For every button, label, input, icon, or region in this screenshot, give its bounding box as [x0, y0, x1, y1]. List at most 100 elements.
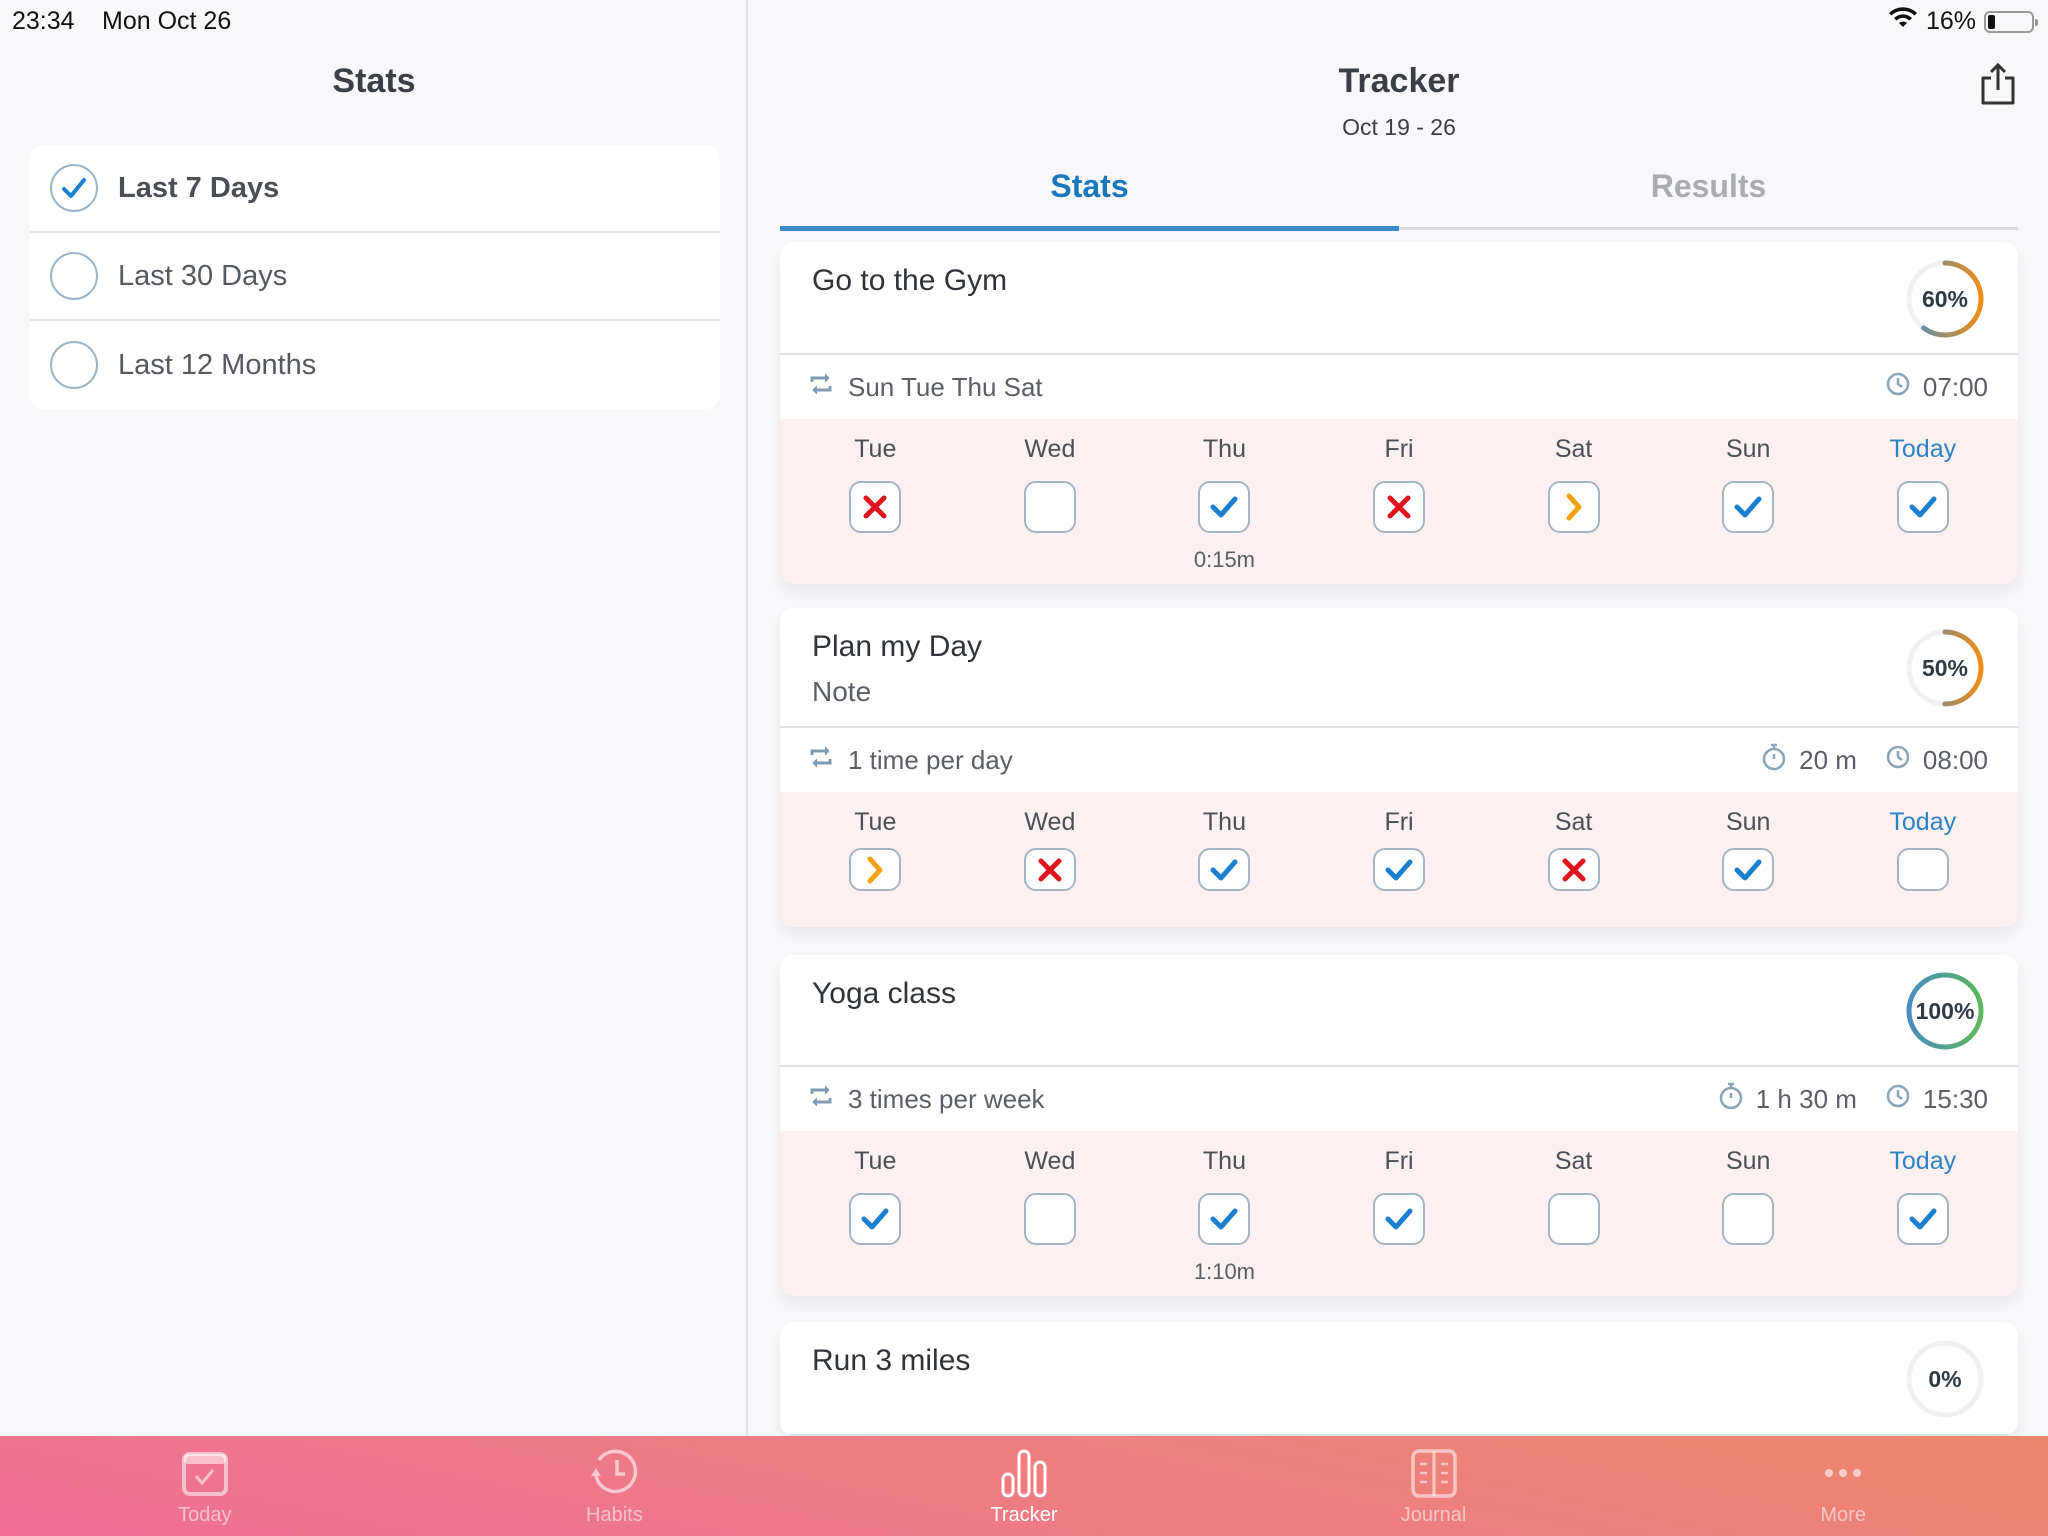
page-title: Tracker [1338, 62, 1460, 100]
tabbar-more[interactable]: More [1638, 1436, 2048, 1536]
day-checkbox-empty[interactable] [1896, 847, 1949, 892]
day-label: Fri [1384, 1147, 1414, 1175]
day-column: Sat [1486, 792, 1661, 927]
day-checkbox-fail[interactable] [1373, 481, 1426, 533]
share-icon [1981, 62, 2015, 105]
day-checkbox-empty[interactable] [1023, 481, 1076, 533]
tabbar-habits[interactable]: Habits [410, 1436, 820, 1536]
day-grid: Tue Wed Thu Fri Sat Sun Today [780, 792, 2018, 927]
day-column: Tue [788, 792, 963, 927]
share-button[interactable] [1978, 62, 2018, 106]
habit-card[interactable]: Yoga class 100% 3 times per week 1 h 30 m 15… [780, 955, 2018, 1296]
progress-ring: 50% [1904, 627, 1986, 709]
sidebar-title: Stats [332, 62, 416, 100]
habit-card[interactable]: Run 3 miles 0% [780, 1322, 2018, 1436]
habit-card[interactable]: Plan my Day Note 50% 1 time per day 20 m 08:0… [780, 608, 2018, 927]
progress-percent: 100% [1915, 997, 1975, 1024]
checkmark-icon [1209, 857, 1239, 883]
day-checkbox-empty[interactable] [1023, 1193, 1076, 1245]
day-column: Today [1835, 792, 2010, 927]
day-label: Thu [1202, 435, 1246, 463]
segment-tabs: Stats Results [780, 160, 2018, 231]
day-checkbox-done[interactable] [1198, 847, 1251, 892]
bottom-tab-bar: Today Habits Tracker Journal More [0, 1436, 2048, 1536]
day-checkbox-done[interactable] [1373, 847, 1426, 892]
range-list: Last 7 Days Last 30 Days Last 12 Months [30, 145, 720, 409]
day-checkbox-done[interactable] [849, 1193, 902, 1245]
radio-empty-icon[interactable] [50, 341, 98, 389]
radio-checked-icon[interactable] [50, 164, 98, 212]
day-column: Fri [1312, 1131, 1487, 1296]
day-label: Tue [854, 435, 897, 463]
more-dots-icon [1825, 1469, 1862, 1477]
day-label: Sat [1554, 1147, 1593, 1175]
day-label: Sun [1725, 435, 1771, 463]
habit-card[interactable]: Go to the Gym 60% Sun Tue Thu Sat 07:00 Tue W… [780, 242, 2018, 584]
day-checkbox-done[interactable] [1896, 481, 1949, 533]
progress-percent: 60% [1921, 285, 1969, 312]
habit-header: Plan my Day Note 50% [780, 608, 2018, 728]
habit-schedule: 3 times per week [848, 1083, 1045, 1114]
x-mark-icon [1037, 857, 1063, 883]
date-range: Oct 19 - 26 [1342, 114, 1456, 140]
day-checkbox-done[interactable] [1198, 1193, 1251, 1245]
habit-note: Note [812, 676, 872, 707]
day-column: Sun [1661, 419, 1836, 584]
habit-time: 15:30 [1922, 1083, 1988, 1114]
habit-info-row: 3 times per week 1 h 30 m 15:30 [780, 1067, 2018, 1131]
clock-icon [1885, 1083, 1911, 1116]
day-checkbox-fail[interactable] [1547, 847, 1600, 892]
day-checkbox-fail[interactable] [849, 481, 902, 533]
tabbar-journal[interactable]: Journal [1229, 1436, 1639, 1536]
day-checkbox-done[interactable] [1373, 1193, 1426, 1245]
range-option[interactable]: Last 30 Days [30, 233, 720, 321]
day-column: Wed [963, 792, 1138, 927]
tabbar-today[interactable]: Today [0, 1436, 410, 1536]
day-label: Wed [1024, 808, 1076, 836]
range-label: Last 7 Days [118, 171, 280, 204]
day-label: Sun [1725, 1147, 1771, 1175]
tab-stats[interactable]: Stats [780, 160, 1399, 231]
day-checkbox-done[interactable] [1722, 481, 1775, 533]
day-label: Fri [1384, 808, 1414, 836]
progress-ring: 60% [1904, 258, 1986, 340]
day-checkbox-done[interactable] [1722, 847, 1775, 892]
x-mark-icon [1386, 494, 1412, 520]
tab-results[interactable]: Results [1399, 160, 2018, 227]
checkmark-icon [1733, 857, 1763, 883]
day-grid: Tue Wed Thu 0:15m Fri Sat Sun Today [780, 419, 2018, 584]
habit-info-row: 1 time per day 20 m 08:00 [780, 728, 2018, 792]
repeat-icon [808, 371, 834, 404]
checkmark-icon [860, 1206, 890, 1232]
timer-icon [1718, 1081, 1744, 1118]
day-checkbox-fail[interactable] [1023, 847, 1076, 892]
habit-name: Yoga class [812, 977, 956, 1010]
range-option[interactable]: Last 7 Days [30, 145, 720, 233]
day-column: Fri [1312, 792, 1487, 927]
habit-name: Run 3 miles [812, 1344, 971, 1377]
day-checkbox-skip[interactable] [1547, 481, 1600, 533]
day-label: Wed [1024, 435, 1076, 463]
habit-schedule: Sun Tue Thu Sat [848, 371, 1043, 402]
history-clock-icon [591, 1449, 638, 1494]
day-checkbox-done[interactable] [1198, 481, 1251, 533]
habit-header: Yoga class 100% [780, 955, 2018, 1067]
day-checkbox-done[interactable] [1896, 1193, 1949, 1245]
day-column: Today [1835, 1131, 2010, 1296]
day-column: Thu 0:15m [1137, 419, 1312, 584]
calendar-check-icon [181, 1452, 228, 1496]
radio-empty-icon[interactable] [50, 252, 98, 300]
habit-duration: 20 m [1799, 744, 1857, 775]
day-label: Today [1889, 435, 1957, 463]
skip-chevron-icon [1564, 493, 1584, 521]
range-option[interactable]: Last 12 Months [30, 321, 720, 409]
range-label: Last 12 Months [118, 348, 317, 381]
day-checkbox-empty[interactable] [1547, 1193, 1600, 1245]
tabbar-tracker[interactable]: Tracker [819, 1436, 1229, 1536]
day-label: Sat [1554, 808, 1593, 836]
day-duration: 0:15m [1193, 547, 1256, 572]
day-checkbox-skip[interactable] [849, 847, 902, 892]
habit-time: 08:00 [1922, 744, 1988, 775]
day-checkbox-empty[interactable] [1722, 1193, 1775, 1245]
timer-icon [1761, 742, 1787, 779]
